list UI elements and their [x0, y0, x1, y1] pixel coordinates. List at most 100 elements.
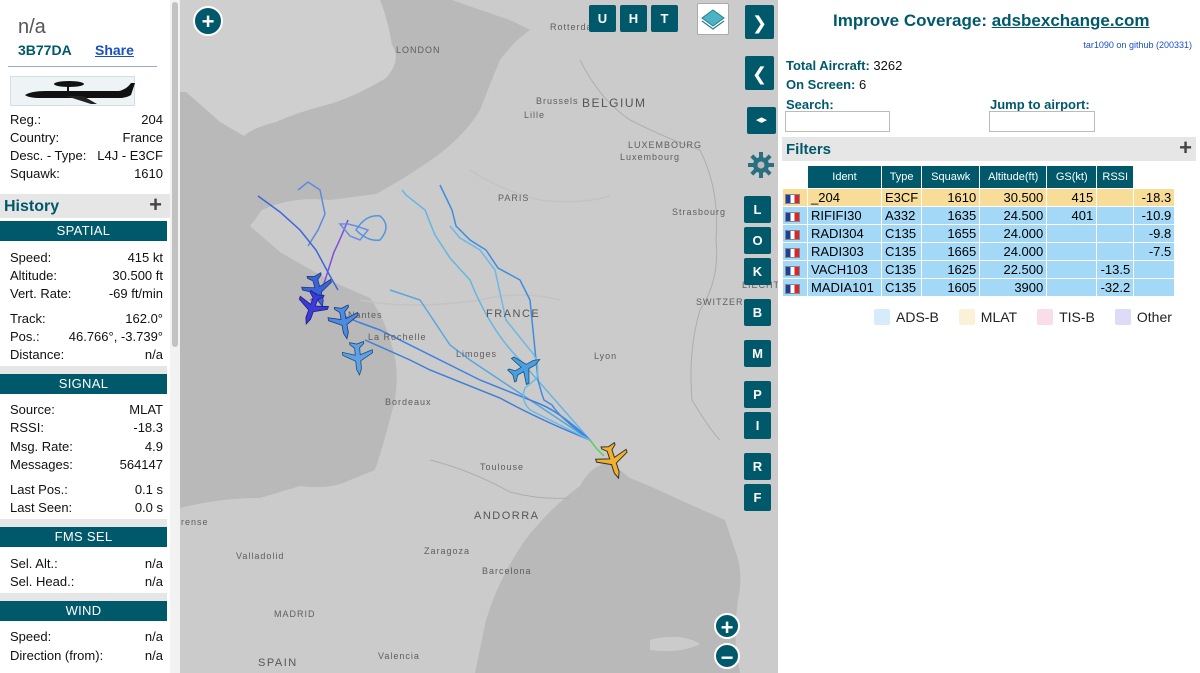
legend-item: TIS-B — [1037, 309, 1095, 325]
map-label-switzerland: SWITZER — [696, 297, 744, 307]
cell-rssi-extra: -9.8 — [1134, 225, 1175, 242]
prev-panel-button[interactable]: ❮ — [745, 56, 774, 90]
toggle-labels-button[interactable]: L — [744, 196, 771, 223]
cell-squawk: 1665 — [922, 243, 980, 260]
map-label-barcelona: Barcelona — [482, 566, 532, 576]
search-input[interactable] — [785, 111, 890, 132]
toggle-filter-button[interactable]: F — [744, 484, 771, 511]
history-expand-icon[interactable]: + — [149, 194, 162, 216]
filters-title: Filters — [786, 141, 832, 158]
signal-last-seen: Last Seen: 0.0 s — [10, 500, 163, 515]
aircraft-marker-ads-b[interactable] — [505, 348, 545, 388]
on-screen-count: On Screen: 6 — [786, 77, 867, 92]
toggle-basemap-button[interactable]: B — [744, 299, 771, 326]
aircraft-marker-ads-b[interactable] — [324, 302, 364, 342]
aircraft-list-panel: Improve Coverage: adsbexchange.com tar10… — [778, 0, 1200, 673]
map-canvas[interactable] — [180, 0, 778, 673]
aircraft-marker-mlat[interactable] — [592, 440, 634, 482]
cell-flag — [783, 225, 807, 242]
filters-expand-icon[interactable]: + — [1179, 137, 1192, 159]
layer-switcher-button[interactable] — [697, 3, 729, 35]
column-header-gs[interactable]: GS(kt) — [1047, 166, 1097, 188]
scrollbar-thumb[interactable] — [172, 2, 178, 347]
toggle-range-button[interactable]: R — [744, 453, 771, 480]
map-label-london: LONDON — [396, 45, 441, 55]
selected-hex: 3B77DA — [18, 42, 72, 58]
cell-rssi-extra: -10.9 — [1134, 207, 1175, 224]
cell-rssi: -32.2 — [1097, 279, 1134, 296]
france-flag-icon — [785, 193, 800, 204]
source-legend: ADS-B MLAT TIS-B Other — [874, 309, 1192, 325]
cell-rssi — [1097, 189, 1134, 206]
section-fms-sel: FMS SEL — [0, 527, 167, 547]
column-header-ident[interactable]: Ident — [808, 166, 881, 188]
column-header-altitude[interactable]: Altitude(ft) — [980, 166, 1047, 188]
toggle-highlight-button[interactable]: H — [620, 5, 647, 32]
history-title: History — [4, 198, 60, 215]
jump-to-airport-input[interactable] — [989, 111, 1095, 132]
france-flag-icon — [785, 247, 800, 258]
toggle-units-button[interactable]: U — [589, 5, 616, 32]
map-label-ourense: urense — [180, 517, 209, 527]
table-row[interactable]: VACH103 C135 1625 22.500 -13.5 — [783, 261, 1175, 278]
settings-button[interactable] — [746, 150, 776, 180]
wind-speed: Speed: n/a — [10, 629, 163, 644]
coverage-link[interactable]: adsbexchange.com — [992, 11, 1150, 30]
share-link[interactable]: Share — [95, 42, 134, 58]
section-gap — [0, 519, 167, 527]
filters-header[interactable]: Filters + — [782, 137, 1196, 161]
cell-flag — [783, 243, 807, 260]
cell-ident: _204 — [808, 189, 881, 206]
column-header-rssi[interactable]: RSSI — [1097, 166, 1134, 188]
toggle-extended-labels-button[interactable]: O — [744, 227, 771, 254]
section-signal: SIGNAL — [0, 374, 167, 394]
toggle-trails-button[interactable]: T — [651, 5, 678, 32]
table-row[interactable]: RADI304 C135 1655 24.000 -9.8 — [783, 225, 1175, 242]
toggle-pia-button[interactable]: P — [744, 381, 771, 408]
table-row[interactable]: RIFIFI30 A332 1635 24.500 401 -10.9 — [783, 207, 1175, 224]
info-row-reg: Reg.: 204 — [10, 112, 163, 127]
info-row-country: Country: France — [10, 130, 163, 145]
table-row[interactable]: RADI303 C135 1665 24.000 -7.5 — [783, 243, 1175, 260]
add-layer-button[interactable]: + — [193, 6, 223, 36]
toggle-kill-button[interactable]: K — [744, 258, 771, 285]
cell-rssi-extra — [1134, 279, 1175, 296]
cell-gs: 415 — [1047, 189, 1097, 206]
france-flag-icon — [785, 265, 800, 276]
table-row[interactable]: MADIA101 C135 1605 3900 -32.2 — [783, 279, 1175, 296]
column-header-squawk[interactable]: Squawk — [922, 166, 980, 188]
signal-messages: Messages: 564147 — [10, 457, 163, 472]
zoom-out-button[interactable]: − — [714, 643, 740, 670]
wind-direction: Direction (from): n/a — [10, 648, 163, 663]
column-header-type[interactable]: Type — [882, 166, 922, 188]
map-label-strasbourg: Strasbourg — [672, 207, 727, 217]
map-label-spain: SPAIN — [258, 657, 298, 669]
cell-ident: VACH103 — [808, 261, 881, 278]
expand-sidebar-button[interactable]: ◂▸ — [747, 107, 776, 134]
cell-squawk: 1655 — [922, 225, 980, 242]
spatial-distance: Distance: n/a — [10, 347, 163, 362]
map-view[interactable]: LONDON Rotterdam Brussels BELGIUM Lille … — [180, 0, 778, 673]
legend-item: MLAT — [958, 309, 1017, 325]
toggle-ident-button[interactable]: I — [744, 412, 771, 439]
legend-swatch — [958, 309, 975, 325]
next-panel-button[interactable]: ❯ — [745, 5, 774, 39]
aircraft-table: Ident Type Squawk Altitude(ft) GS(kt) RS… — [782, 165, 1175, 297]
cell-gs — [1047, 243, 1097, 260]
jump-to-airport-label: Jump to airport: — [990, 97, 1090, 112]
legend-item: ADS-B — [874, 309, 939, 325]
map-label-paris: PARIS — [498, 193, 530, 203]
zoom-in-button[interactable]: + — [714, 613, 740, 640]
history-header[interactable]: History + — [0, 194, 170, 218]
info-panel-scrollbar[interactable] — [170, 0, 180, 673]
cell-flag — [783, 279, 807, 296]
toggle-military-button[interactable]: M — [744, 340, 771, 367]
legend-swatch — [1114, 309, 1131, 325]
spatial-altitude: Altitude: 30.500 ft — [10, 268, 163, 283]
coverage-heading: Improve Coverage: adsbexchange.com — [833, 11, 1150, 30]
aircraft-marker-ads-b[interactable] — [338, 338, 378, 378]
table-row[interactable]: _204 E3CF 1610 30.500 415 -18.3 — [783, 189, 1175, 206]
github-link[interactable]: tar1090 on github (200331) — [1083, 40, 1192, 50]
map-label-belgium: BELGIUM — [582, 96, 647, 110]
france-flag-icon — [785, 283, 800, 294]
